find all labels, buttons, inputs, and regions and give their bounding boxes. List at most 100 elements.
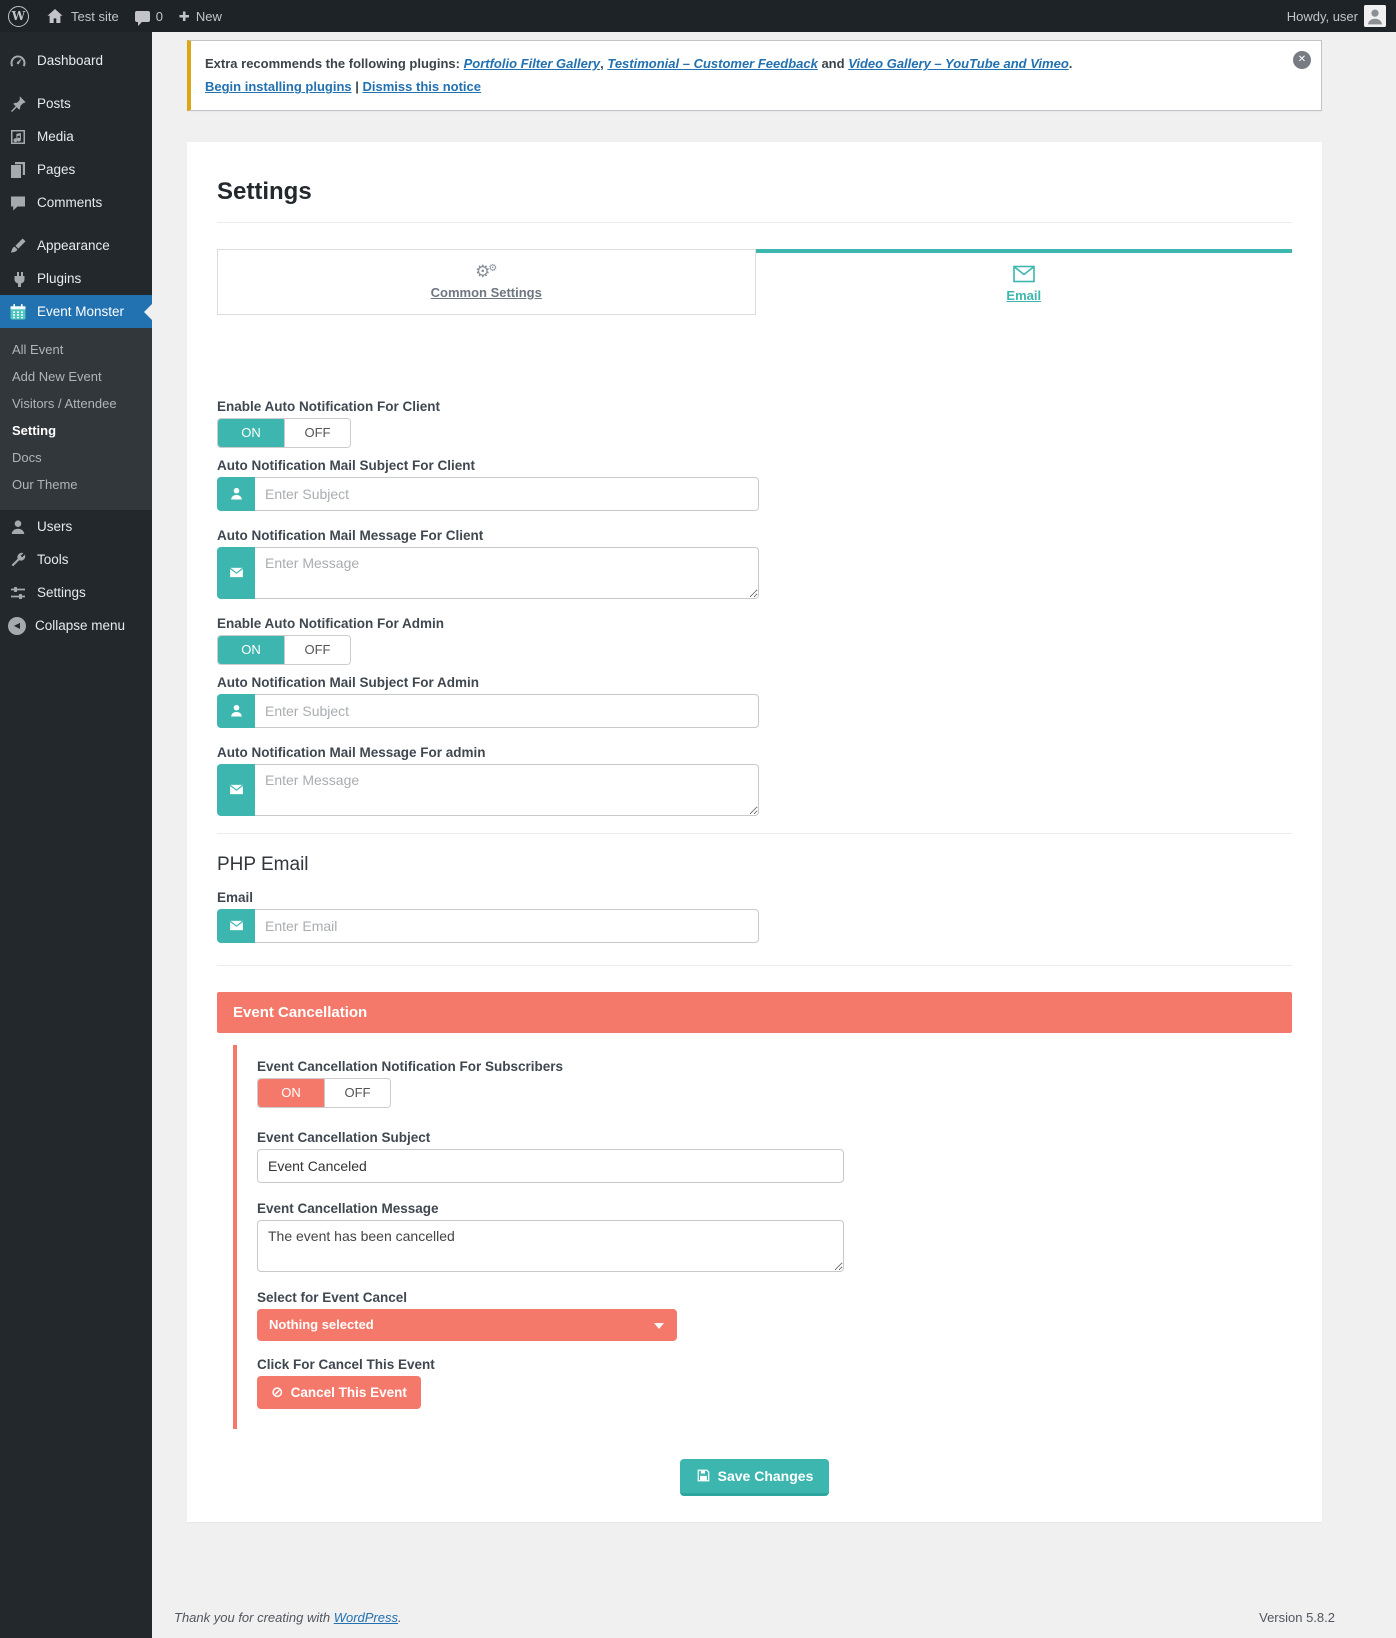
- sidebar-item-plugins[interactable]: Plugins: [0, 262, 152, 295]
- comments-menu[interactable]: 0: [134, 9, 163, 26]
- admin-message-group: [217, 763, 759, 816]
- cancellation-message-textarea[interactable]: The event has been cancelled: [257, 1219, 844, 1272]
- collapse-arrow-icon: ◀: [8, 616, 26, 635]
- submenu-item-docs[interactable]: Docs: [0, 444, 152, 471]
- sliders-icon: [8, 583, 28, 603]
- sidebar-item-comments[interactable]: Comments: [0, 186, 152, 219]
- gears-icon: ⚙⚙: [475, 262, 498, 282]
- avatar: [1364, 5, 1386, 27]
- sidebar-item-label: Dashboard: [37, 53, 104, 68]
- wordpress-logo-menu[interactable]: W: [8, 5, 29, 27]
- client-subject-group: [217, 476, 759, 511]
- admin-message-label: Auto Notification Mail Message For admin: [217, 744, 486, 760]
- client-notification-toggle[interactable]: ON OFF: [217, 417, 351, 448]
- sidebar-item-label: Plugins: [37, 271, 82, 286]
- email-settings-form: Enable Auto Notification For Client ON O…: [217, 399, 1292, 1496]
- plugin-link-portfolio[interactable]: Portfolio Filter Gallery: [464, 56, 601, 71]
- notice-line-1: Extra recommends the following plugins: …: [205, 52, 1275, 75]
- save-button-label: Save Changes: [717, 1467, 814, 1484]
- submenu-item-add-new-event[interactable]: Add New Event: [0, 363, 152, 390]
- page-title: Settings: [217, 177, 312, 205]
- admin-sidebar: Dashboard Posts Media Pages Comments App…: [0, 32, 152, 1638]
- event-cancellation-body: Event Cancellation Notification For Subs…: [233, 1044, 1292, 1429]
- toggle-off-option[interactable]: OFF: [284, 635, 350, 664]
- toggle-off-option[interactable]: OFF: [324, 1078, 390, 1107]
- save-icon: [696, 1468, 711, 1483]
- thanks-text: Thank you for creating with: [174, 1610, 334, 1625]
- settings-panel: Settings ⚙⚙ Common Settings Email Enable…: [187, 141, 1322, 1522]
- pages-icon: [8, 160, 28, 180]
- admin-footer: Thank you for creating with WordPress. V…: [174, 1610, 1335, 1625]
- admin-subject-input[interactable]: [255, 693, 759, 728]
- new-content-menu[interactable]: ✚ New: [179, 9, 222, 24]
- php-email-heading: PHP Email: [217, 853, 309, 875]
- plugin-link-video-gallery[interactable]: Video Gallery – YouTube and Vimeo: [848, 56, 1069, 71]
- event-cancel-select[interactable]: Nothing selected: [257, 1308, 677, 1341]
- sidebar-item-collapse-menu[interactable]: ◀ Collapse menu: [0, 609, 152, 642]
- sidebar-item-tools[interactable]: Tools: [0, 543, 152, 576]
- toggle-off-option[interactable]: OFF: [284, 418, 350, 447]
- notice-action-separator: |: [355, 79, 359, 95]
- sidebar-item-label: Users: [37, 519, 73, 534]
- submenu-item-all-event[interactable]: All Event: [0, 336, 152, 363]
- version-text: Version 5.8.2: [1259, 1610, 1335, 1625]
- client-subject-input[interactable]: [255, 476, 759, 511]
- sidebar-item-label: Settings: [37, 585, 86, 600]
- wrench-icon: [8, 550, 28, 570]
- admin-content: Extra recommends the following plugins: …: [152, 40, 1396, 1522]
- admin-notification-toggle[interactable]: ON OFF: [217, 634, 351, 665]
- submenu-item-our-theme[interactable]: Our Theme: [0, 471, 152, 498]
- media-icon: [8, 127, 28, 147]
- admin-subject-label: Auto Notification Mail Subject For Admin: [217, 674, 479, 690]
- sidebar-item-label: Appearance: [37, 238, 110, 253]
- comments-icon: [8, 193, 28, 213]
- client-message-textarea[interactable]: [255, 546, 759, 599]
- toggle-on-option[interactable]: ON: [218, 418, 284, 447]
- envelope-icon: [217, 908, 255, 943]
- title-divider: [217, 221, 1292, 223]
- sidebar-item-settings[interactable]: Settings: [0, 576, 152, 609]
- wordpress-link[interactable]: WordPress: [334, 1610, 398, 1625]
- toggle-on-option[interactable]: ON: [218, 635, 284, 664]
- begin-installing-plugins-link[interactable]: Begin installing plugins: [205, 79, 352, 94]
- sidebar-item-appearance[interactable]: Appearance: [0, 229, 152, 262]
- sidebar-item-media[interactable]: Media: [0, 120, 152, 153]
- site-name-menu[interactable]: Test site: [45, 6, 119, 26]
- sidebar-item-label: Media: [37, 129, 74, 144]
- cancel-this-event-button[interactable]: ⊘ Cancel This Event: [257, 1375, 421, 1409]
- sidebar-item-event-monster[interactable]: Event Monster: [0, 295, 152, 328]
- submenu-item-setting[interactable]: Setting: [0, 417, 152, 444]
- footer-thanks: Thank you for creating with WordPress.: [174, 1610, 402, 1625]
- home-icon: [45, 6, 65, 26]
- toggle-on-option[interactable]: ON: [258, 1078, 324, 1107]
- tab-email[interactable]: Email: [755, 248, 1292, 315]
- notice-separator: and: [817, 56, 849, 71]
- sidebar-item-posts[interactable]: Posts: [0, 87, 152, 120]
- notice-line-2: Begin installing plugins | Dismiss this …: [205, 75, 1275, 98]
- tab-common-settings[interactable]: ⚙⚙ Common Settings: [217, 248, 756, 315]
- cancellation-subject-input[interactable]: [257, 1148, 844, 1183]
- sidebar-item-dashboard[interactable]: Dashboard: [0, 44, 152, 77]
- cancellation-notification-toggle[interactable]: ON OFF: [257, 1077, 391, 1108]
- close-icon[interactable]: ✕: [1293, 51, 1311, 69]
- sidebar-item-label: Collapse menu: [35, 618, 126, 633]
- sidebar-item-users[interactable]: Users: [0, 510, 152, 543]
- sidebar-item-pages[interactable]: Pages: [0, 153, 152, 186]
- php-email-group: [217, 908, 759, 943]
- section-divider: [217, 964, 1292, 966]
- my-account-menu[interactable]: Howdy, user: [1287, 5, 1386, 27]
- php-email-input[interactable]: [255, 908, 759, 943]
- caret-down-icon: [654, 1322, 664, 1334]
- cancellation-toggle-label: Event Cancellation Notification For Subs…: [257, 1058, 564, 1074]
- submenu-item-visitors-attendee[interactable]: Visitors / Attendee: [0, 390, 152, 417]
- calendar-icon: [8, 302, 28, 322]
- dismiss-notice-link[interactable]: Dismiss this notice: [363, 79, 481, 94]
- save-changes-button[interactable]: Save Changes: [679, 1458, 830, 1496]
- click-cancel-event-label: Click For Cancel This Event: [257, 1356, 435, 1372]
- settings-tabs: ⚙⚙ Common Settings Email: [217, 248, 1292, 315]
- envelope-icon: [217, 763, 255, 816]
- plugin-link-testimonial[interactable]: Testimonial – Customer Feedback: [607, 56, 817, 71]
- users-icon: [8, 517, 28, 537]
- admin-message-textarea[interactable]: [255, 763, 759, 816]
- sidebar-item-label: Event Monster: [37, 304, 125, 319]
